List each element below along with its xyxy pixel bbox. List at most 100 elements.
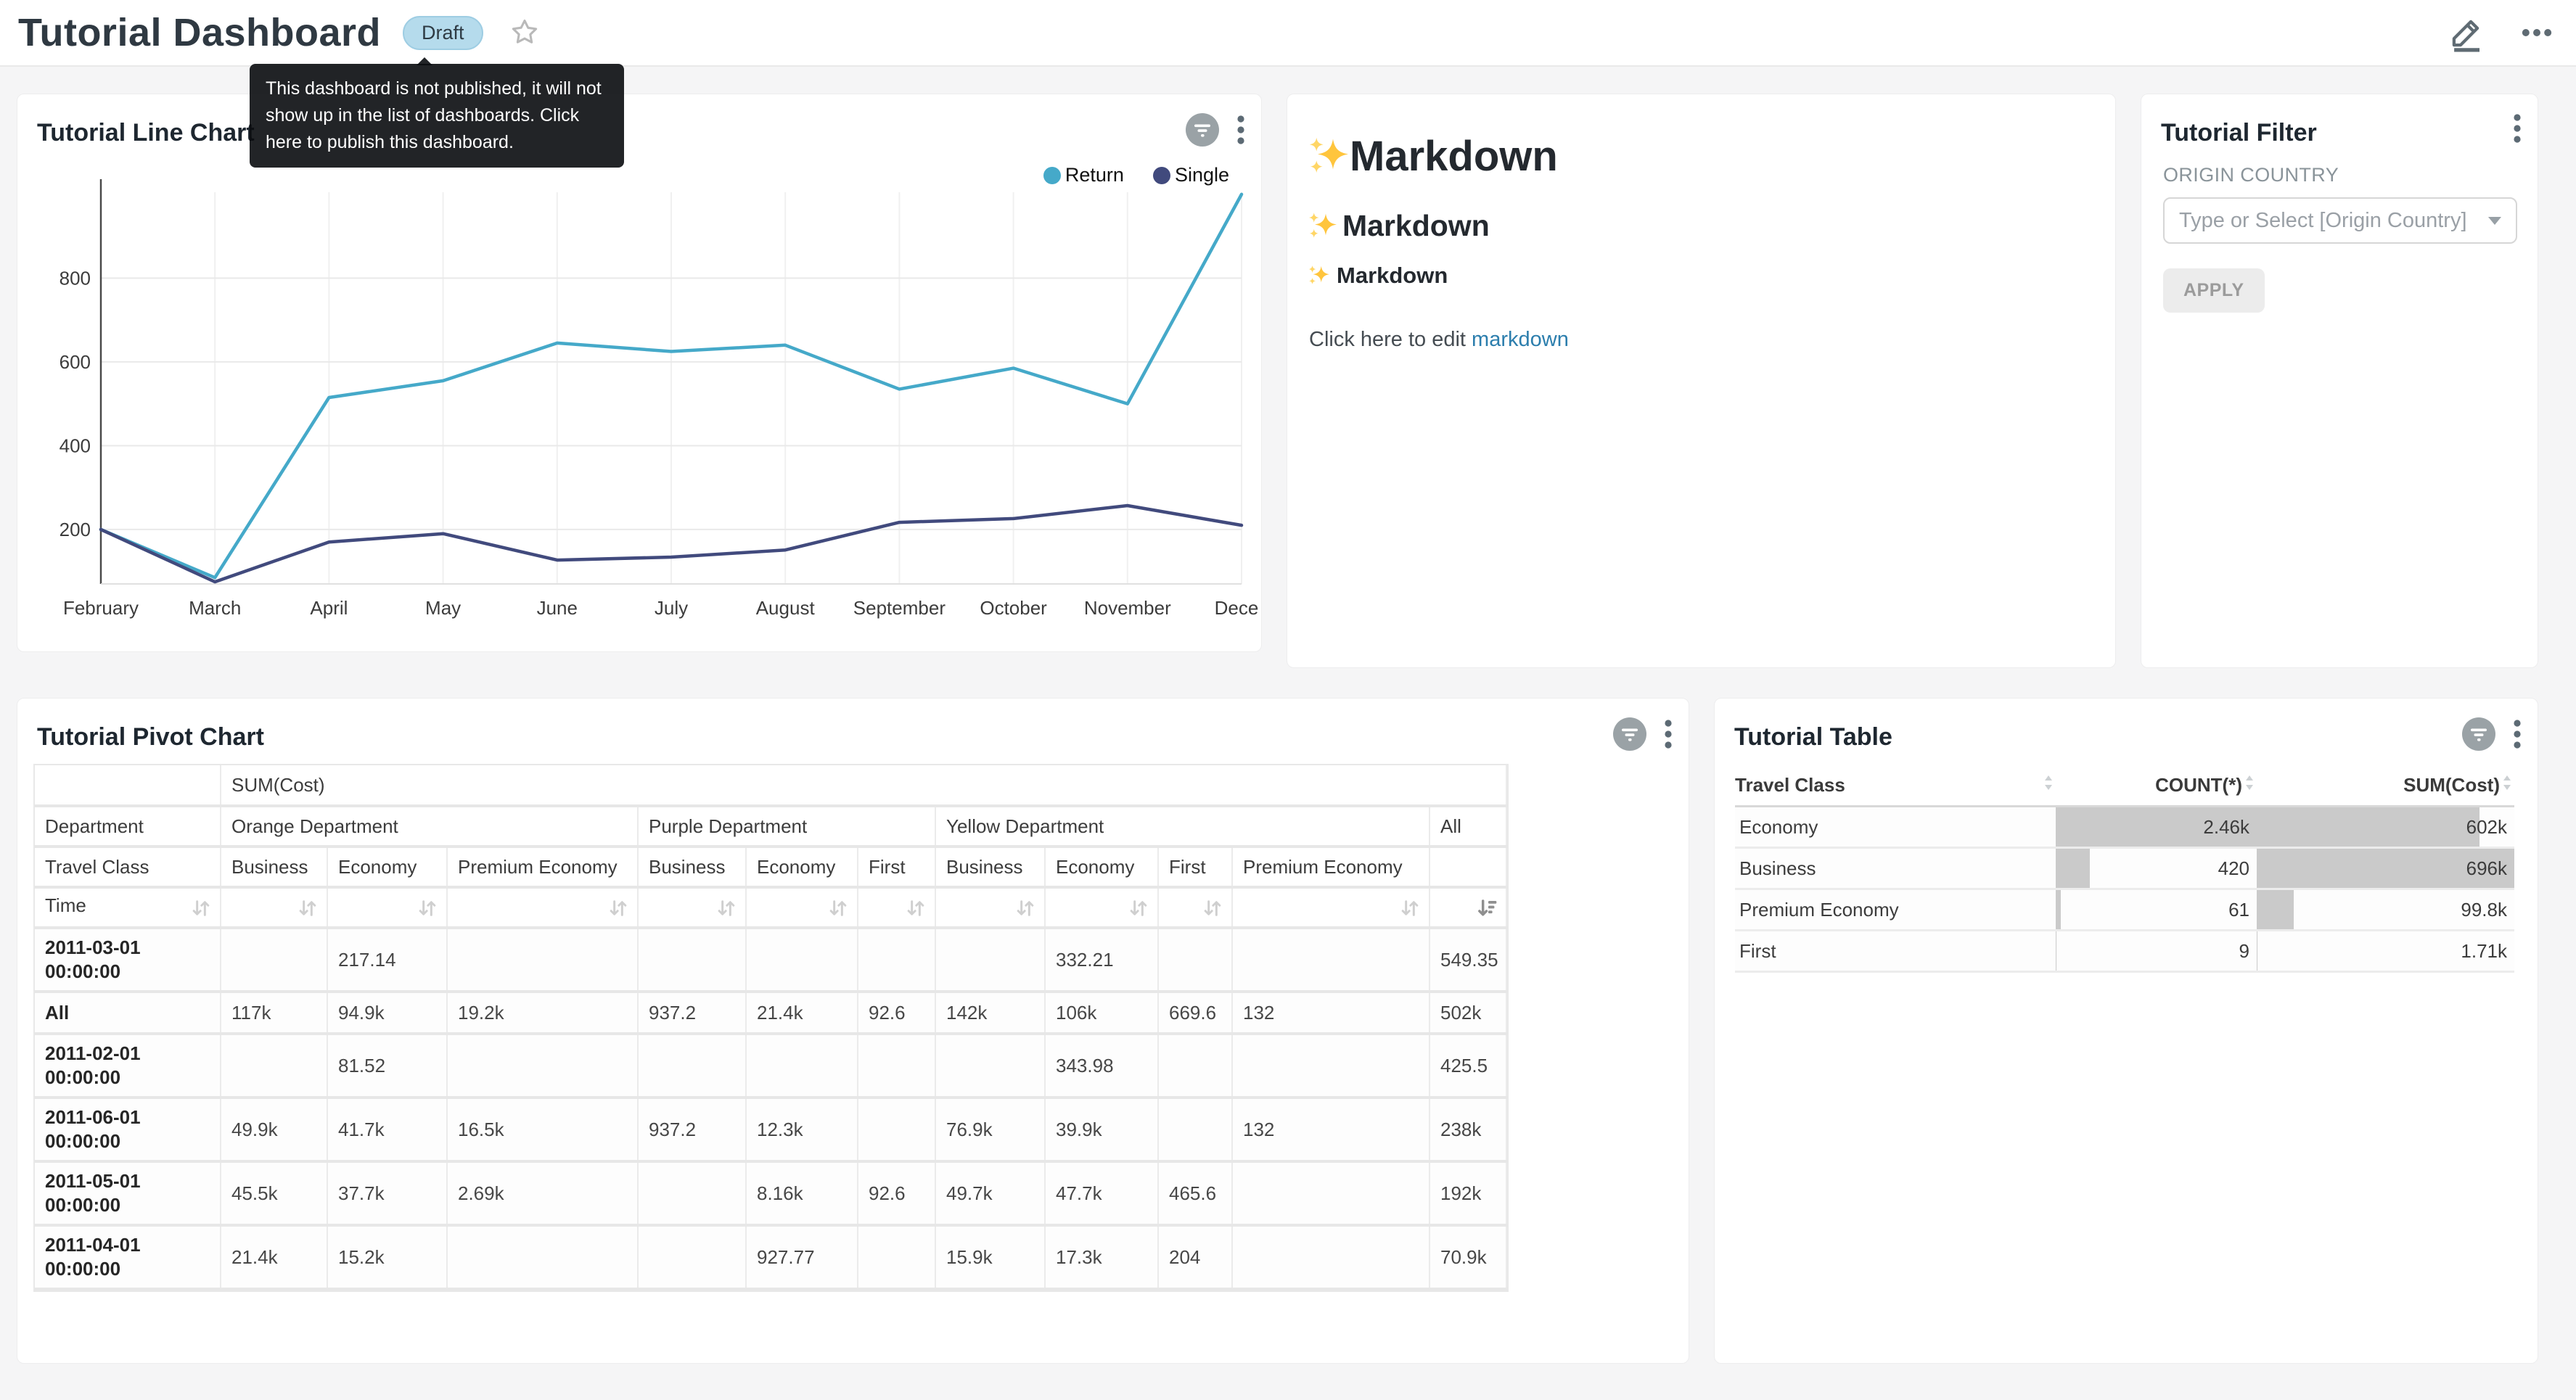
markdown-edit-link[interactable]: markdown xyxy=(1472,328,1569,351)
draft-status-badge[interactable]: Draft xyxy=(403,16,483,50)
top-bar: Tutorial Dashboard Draft xyxy=(0,0,2576,67)
sort-icon[interactable] xyxy=(607,896,630,921)
pivot-axis-department: Department xyxy=(35,806,221,847)
cell-sum-cost: 602k xyxy=(2257,807,2514,848)
sort-caret-icon[interactable] xyxy=(2500,773,2514,793)
sort-icon[interactable] xyxy=(189,896,213,921)
pivot-cell: 192k xyxy=(1429,1161,1506,1225)
cell-travel-class: Economy xyxy=(1735,807,2056,848)
cell-sum-cost: 696k xyxy=(2257,848,2514,889)
x-axis-tick: May xyxy=(425,597,461,619)
sparkles-icon xyxy=(1308,212,1337,241)
markdown-card: Markdown Markdown Markdown Click here to… xyxy=(1287,94,2116,668)
x-axis-tick: August xyxy=(756,597,816,619)
unpublished-tooltip: This dashboard is not published, it will… xyxy=(250,64,624,168)
pivot-group-header: All xyxy=(1429,806,1506,847)
column-header-count[interactable]: COUNT(*) xyxy=(2056,765,2257,807)
sort-icon[interactable] xyxy=(1201,896,1224,921)
sort-icon[interactable] xyxy=(715,896,738,921)
pivot-class-header: Business xyxy=(221,847,327,887)
pivot-cell: 132 xyxy=(1232,1098,1429,1161)
sort-descending-icon[interactable] xyxy=(1475,896,1498,921)
chevron-down-icon xyxy=(2488,217,2501,225)
favorite-star-icon[interactable] xyxy=(508,16,541,49)
sort-caret-icon[interactable] xyxy=(2041,773,2056,793)
edit-pencil-icon[interactable] xyxy=(2447,13,2486,52)
cross-filter-icon[interactable] xyxy=(2462,717,2495,751)
y-axis-tick: 600 xyxy=(60,351,91,373)
pivot-cell xyxy=(638,928,746,992)
pivot-cell xyxy=(221,1034,327,1098)
pivot-cell xyxy=(447,1225,638,1289)
pivot-cell: 45.5k xyxy=(221,1161,327,1225)
origin-country-label: ORIGIN COUNTRY xyxy=(2163,164,2339,186)
sort-icon[interactable] xyxy=(416,896,439,921)
cell-count: 2.46k xyxy=(2056,807,2257,848)
legend-dot xyxy=(1153,167,1170,184)
apply-button[interactable]: APPLY xyxy=(2163,268,2265,313)
legend-item-single[interactable]: Single xyxy=(1153,164,1229,186)
markdown-paragraph: Click here to edit markdown xyxy=(1309,328,1569,352)
pivot-cell: 19.2k xyxy=(447,992,638,1034)
pivot-sort-cell xyxy=(858,887,935,928)
sparkles-icon xyxy=(1308,136,1348,177)
pivot-row-label: All xyxy=(35,992,221,1034)
pivot-cell: 41.7k xyxy=(327,1098,447,1161)
sort-icon[interactable] xyxy=(1014,896,1037,921)
pivot-sort-cell xyxy=(638,887,746,928)
kebab-menu-icon[interactable] xyxy=(2513,719,2522,749)
cell-travel-class: Business xyxy=(1735,848,2056,889)
sort-icon[interactable] xyxy=(904,896,927,921)
y-axis-tick: 200 xyxy=(60,519,91,540)
column-header-travel-class[interactable]: Travel Class xyxy=(1735,765,2056,807)
pivot-row: 2011-05-01 00:00:0045.5k37.7k2.69k8.16k9… xyxy=(35,1161,1506,1225)
pivot-row: 2011-06-01 00:00:0049.9k41.7k16.5k937.21… xyxy=(35,1098,1506,1161)
legend-dot xyxy=(1043,167,1061,184)
sort-icon[interactable] xyxy=(1127,896,1150,921)
x-axis-tick: June xyxy=(537,597,578,619)
pivot-cell: 217.14 xyxy=(327,928,447,992)
pivot-cell: 549.35 xyxy=(1429,928,1506,992)
column-header-sum-cost[interactable]: SUM(Cost) xyxy=(2257,765,2514,807)
pivot-cell: 937.2 xyxy=(638,992,746,1034)
sort-caret-icon[interactable] xyxy=(2242,773,2257,793)
table-card: Tutorial Table Travel Class COUNT(*) SUM… xyxy=(1714,698,2538,1364)
pivot-class-header: Premium Economy xyxy=(447,847,638,887)
x-axis-tick: February xyxy=(63,597,139,619)
pivot-cell xyxy=(447,1034,638,1098)
pivot-cell: 343.98 xyxy=(1045,1034,1158,1098)
sort-icon[interactable] xyxy=(1398,896,1422,921)
sparkles-icon xyxy=(1308,265,1329,287)
pivot-corner-cell xyxy=(35,765,221,806)
kebab-menu-icon[interactable] xyxy=(1664,719,1673,749)
pivot-chart-title: Tutorial Pivot Chart xyxy=(37,723,264,752)
pivot-metric-header: SUM(Cost) xyxy=(221,765,1506,806)
pivot-row-label: 2011-04-01 00:00:00 xyxy=(35,1225,221,1289)
pivot-cell: 47.7k xyxy=(1045,1161,1158,1225)
markdown-h1-text: Markdown xyxy=(1350,132,1558,181)
pivot-cell xyxy=(1232,1034,1429,1098)
legend-item-return[interactable]: Return xyxy=(1043,164,1124,186)
kebab-menu-icon[interactable] xyxy=(2513,113,2522,144)
pivot-cell xyxy=(858,1098,935,1161)
pivot-row-label: 2011-02-01 00:00:00 xyxy=(35,1034,221,1098)
pivot-cell: 37.7k xyxy=(327,1161,447,1225)
pivot-group-header: Purple Department xyxy=(638,806,935,847)
cross-filter-icon[interactable] xyxy=(1613,717,1646,751)
sort-icon[interactable] xyxy=(826,896,850,921)
origin-country-select[interactable]: Type or Select [Origin Country] xyxy=(2163,197,2517,244)
pivot-cell: 15.9k xyxy=(935,1225,1045,1289)
pivot-cell xyxy=(638,1225,746,1289)
cell-count: 9 xyxy=(2056,931,2257,972)
x-axis-tick: September xyxy=(853,597,946,619)
pivot-cell: 238k xyxy=(1429,1098,1506,1161)
markdown-h2-text: Markdown xyxy=(1342,209,1490,243)
pivot-cell: 70.9k xyxy=(1429,1225,1506,1289)
markdown-h3: Markdown xyxy=(1308,263,1448,289)
chart-legend: Return Single xyxy=(1043,164,1229,186)
more-options-icon[interactable] xyxy=(2518,14,2556,52)
pivot-cell: 49.7k xyxy=(935,1161,1045,1225)
sort-icon[interactable] xyxy=(296,896,319,921)
pivot-row: 2011-03-01 00:00:00217.14332.21549.35 xyxy=(35,928,1506,992)
pivot-table: SUM(Cost)DepartmentOrange DepartmentPurp… xyxy=(33,764,1509,1292)
